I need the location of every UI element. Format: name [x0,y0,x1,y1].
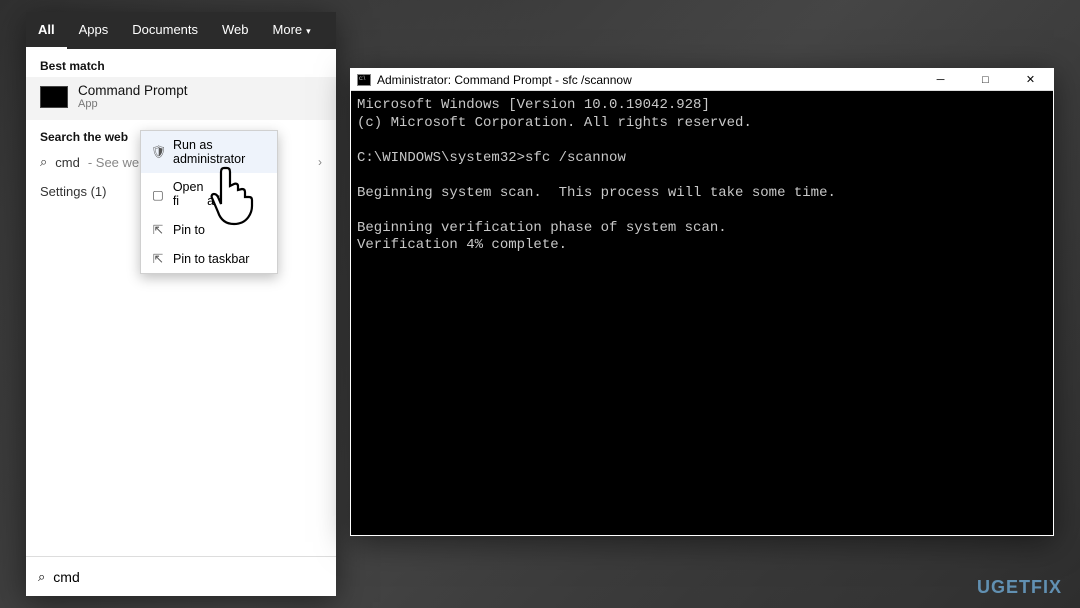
tab-all[interactable]: All [26,12,67,49]
best-match-header: Best match [26,49,336,77]
command-prompt-icon [40,86,68,108]
ctx-label: Open fiation [173,180,267,208]
search-input[interactable] [53,569,324,585]
watermark: UGETFIX [977,577,1062,598]
minimize-button[interactable]: ─ [918,69,963,91]
ctx-label: Run as administrator [173,138,267,166]
cmd-icon [357,74,371,86]
best-match-subtitle: App [78,98,188,110]
search-tabs: All Apps Documents Web More [26,12,336,49]
maximize-button[interactable]: □ [963,69,1008,91]
start-menu-search-panel: All Apps Documents Web More Best match C… [26,12,336,596]
pin-icon: ⇱ [151,251,165,266]
pin-icon: ⇱ [151,222,165,237]
context-menu: 🛡 Run as administrator ▢ Open fiation ⇱ … [140,130,278,274]
terminal-output[interactable]: Microsoft Windows [Version 10.0.19042.92… [351,91,1053,535]
tab-more[interactable]: More [261,12,323,49]
ctx-label: Pin to [173,223,205,237]
window-titlebar[interactable]: Administrator: Command Prompt - sfc /sca… [351,69,1053,91]
command-prompt-window: Administrator: Command Prompt - sfc /sca… [350,68,1054,536]
search-web-suffix: - See we [88,155,139,170]
window-title: Administrator: Command Prompt - sfc /sca… [377,73,632,87]
shield-icon: 🛡 [151,145,165,160]
close-button[interactable]: ✕ [1008,69,1053,91]
best-match-item[interactable]: Command Prompt App [26,77,336,120]
tab-apps[interactable]: Apps [67,12,121,49]
search-icon: ⌕ [38,569,45,585]
ctx-pin-to-start[interactable]: ⇱ Pin to [141,215,277,244]
ctx-run-as-administrator[interactable]: 🛡 Run as administrator [141,131,277,173]
chevron-right-icon: › [318,155,322,169]
best-match-title: Command Prompt [78,83,188,98]
ctx-label: Pin to taskbar [173,252,249,266]
tab-documents[interactable]: Documents [120,12,210,49]
ctx-open-file-location[interactable]: ▢ Open fiation [141,173,277,215]
folder-icon: ▢ [151,187,165,202]
ctx-pin-to-taskbar[interactable]: ⇱ Pin to taskbar [141,244,277,273]
search-icon: ⌕ [40,154,47,170]
tab-web[interactable]: Web [210,12,261,49]
search-box[interactable]: ⌕ [26,556,336,596]
search-web-query: cmd [55,155,80,170]
